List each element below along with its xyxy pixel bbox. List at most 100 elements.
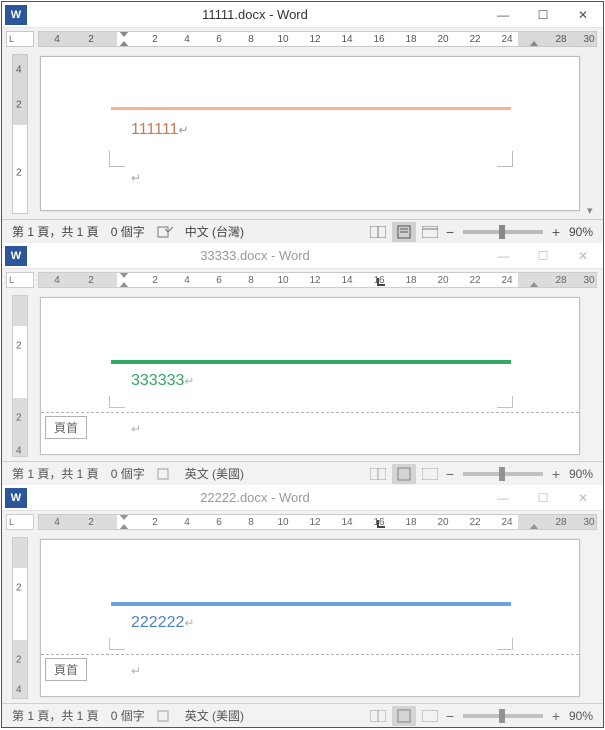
zoom-level[interactable]: 90% (563, 704, 599, 727)
maximize-button[interactable]: ☐ (523, 243, 563, 269)
zoom-out-button[interactable]: − (443, 466, 457, 482)
document-area: 4 2 2 111111↵ ↵ ▾ (2, 50, 603, 219)
window-title: 11111.docx - Word (27, 7, 483, 22)
document-text[interactable]: 111111↵ (131, 121, 189, 139)
close-button[interactable]: ✕ (563, 2, 603, 28)
maximize-button[interactable]: ☐ (523, 485, 563, 511)
close-button[interactable]: ✕ (563, 243, 603, 269)
vertical-ruler-col: 2 2 4 (6, 533, 34, 703)
hanging-indent[interactable] (119, 524, 129, 530)
language-status[interactable]: 中文 (台灣) (179, 220, 250, 243)
window-title: 22222.docx - Word (27, 490, 483, 505)
vertical-scrollbar[interactable]: ▾ (584, 50, 598, 219)
read-mode-icon[interactable] (366, 706, 390, 726)
header-border-line (111, 602, 511, 606)
header-label[interactable]: 頁首 (45, 658, 87, 681)
zoom-thumb[interactable] (499, 467, 505, 481)
header-label[interactable]: 頁首 (45, 416, 87, 439)
spelling-icon[interactable] (151, 220, 179, 243)
zoom-slider[interactable] (463, 230, 543, 234)
page-status[interactable]: 第 1 頁，共 1 頁 (6, 220, 105, 243)
language-status[interactable]: 英文 (美國) (179, 704, 250, 727)
zoom-in-button[interactable]: + (549, 708, 563, 724)
titlebar[interactable]: W 22222.docx - Word — ☐ ✕ (2, 485, 603, 511)
document-page[interactable]: 333333↵ 頁首 ↵ (40, 297, 580, 455)
titlebar[interactable]: W 11111.docx - Word — ☐ ✕ (2, 2, 603, 28)
header-boundary (41, 654, 579, 655)
read-mode-icon[interactable] (366, 222, 390, 242)
zoom-thumb[interactable] (499, 225, 505, 239)
tab-stop[interactable] (377, 520, 385, 528)
word-app-icon: W (5, 5, 27, 25)
vertical-ruler-col: 2 2 4 (6, 291, 34, 461)
zoom-in-button[interactable]: + (549, 224, 563, 240)
zoom-level[interactable]: 90% (563, 220, 599, 243)
spelling-icon[interactable] (151, 704, 179, 727)
print-layout-icon[interactable] (392, 222, 416, 242)
vertical-scrollbar[interactable] (584, 533, 598, 703)
word-count[interactable]: 0 個字 (105, 462, 151, 485)
hanging-indent[interactable] (119, 41, 129, 47)
right-indent[interactable] (529, 41, 539, 47)
vertical-scrollbar[interactable] (584, 291, 598, 461)
minimize-button[interactable]: — (483, 485, 523, 511)
container: W 11111.docx - Word — ☐ ✕ L 4 2 2 4 6 8 (1, 1, 604, 728)
zoom-thumb[interactable] (499, 709, 505, 723)
maximize-button[interactable]: ☐ (523, 2, 563, 28)
close-button[interactable]: ✕ (563, 485, 603, 511)
horizontal-ruler-row: L 4 2 2 4 6 8 10 12 14 16 18 20 22 (2, 511, 603, 533)
print-layout-icon[interactable] (392, 706, 416, 726)
horizontal-ruler[interactable]: 4 2 2 4 6 8 10 12 14 16 18 20 22 24 28 3… (38, 31, 597, 47)
web-layout-icon[interactable] (418, 222, 442, 242)
document-text[interactable]: 222222↵ (131, 614, 194, 632)
margin-corner-br (497, 638, 513, 650)
first-line-indent[interactable] (119, 272, 129, 278)
paragraph-mark: ↵ (131, 422, 141, 436)
statusbar: 第 1 頁，共 1 頁 0 個字 中文 (台灣) − + 90% (2, 219, 603, 243)
web-layout-icon[interactable] (418, 706, 442, 726)
tab-selector[interactable]: L (6, 514, 34, 530)
page-status[interactable]: 第 1 頁，共 1 頁 (6, 704, 105, 727)
word-count[interactable]: 0 個字 (105, 220, 151, 243)
document-page[interactable]: 222222↵ 頁首 ↵ (40, 539, 580, 697)
header-boundary (41, 412, 579, 413)
titlebar[interactable]: W 33333.docx - Word — ☐ ✕ (2, 243, 603, 269)
print-layout-icon[interactable] (392, 464, 416, 484)
tab-selector[interactable]: L (6, 31, 34, 47)
vertical-ruler[interactable]: 4 2 2 (12, 54, 28, 214)
word-window-2: W 33333.docx - Word — ☐ ✕ L 4 2 2 4 6 8 (2, 243, 603, 485)
zoom-out-button[interactable]: − (443, 224, 457, 240)
read-mode-icon[interactable] (366, 464, 390, 484)
margin-corner-bl (109, 151, 125, 167)
tab-stop[interactable] (377, 278, 385, 286)
first-line-indent[interactable] (119, 514, 129, 520)
paragraph-mark: ↵ (131, 664, 141, 678)
web-layout-icon[interactable] (418, 464, 442, 484)
horizontal-ruler[interactable]: 4 2 2 4 6 8 10 12 14 16 18 20 22 24 28 3… (38, 272, 597, 288)
horizontal-ruler-row: L 4 2 2 4 6 8 10 12 14 16 18 20 22 (2, 28, 603, 50)
margin-corner-bl (109, 638, 125, 650)
minimize-button[interactable]: — (483, 2, 523, 28)
right-indent[interactable] (529, 282, 539, 288)
spelling-icon[interactable] (151, 462, 179, 485)
minimize-button[interactable]: — (483, 243, 523, 269)
zoom-level[interactable]: 90% (563, 462, 599, 485)
zoom-in-button[interactable]: + (549, 466, 563, 482)
word-count[interactable]: 0 個字 (105, 704, 151, 727)
document-text[interactable]: 333333↵ (131, 372, 194, 390)
word-window-3: W 22222.docx - Word — ☐ ✕ L 4 2 2 4 6 8 (2, 485, 603, 727)
right-indent[interactable] (529, 524, 539, 530)
vertical-ruler[interactable]: 2 2 4 (12, 537, 28, 699)
tab-selector[interactable]: L (6, 272, 34, 288)
document-area: 2 2 4 222222↵ 頁首 ↵ (2, 533, 603, 703)
first-line-indent[interactable] (119, 31, 129, 37)
horizontal-ruler[interactable]: 4 2 2 4 6 8 10 12 14 16 18 20 22 24 28 3… (38, 514, 597, 530)
document-page[interactable]: 111111↵ ↵ (40, 56, 580, 211)
zoom-out-button[interactable]: − (443, 708, 457, 724)
zoom-slider[interactable] (463, 472, 543, 476)
hanging-indent[interactable] (119, 282, 129, 288)
page-status[interactable]: 第 1 頁，共 1 頁 (6, 462, 105, 485)
language-status[interactable]: 英文 (美國) (179, 462, 250, 485)
zoom-slider[interactable] (463, 714, 543, 718)
vertical-ruler[interactable]: 2 2 4 (12, 295, 28, 457)
